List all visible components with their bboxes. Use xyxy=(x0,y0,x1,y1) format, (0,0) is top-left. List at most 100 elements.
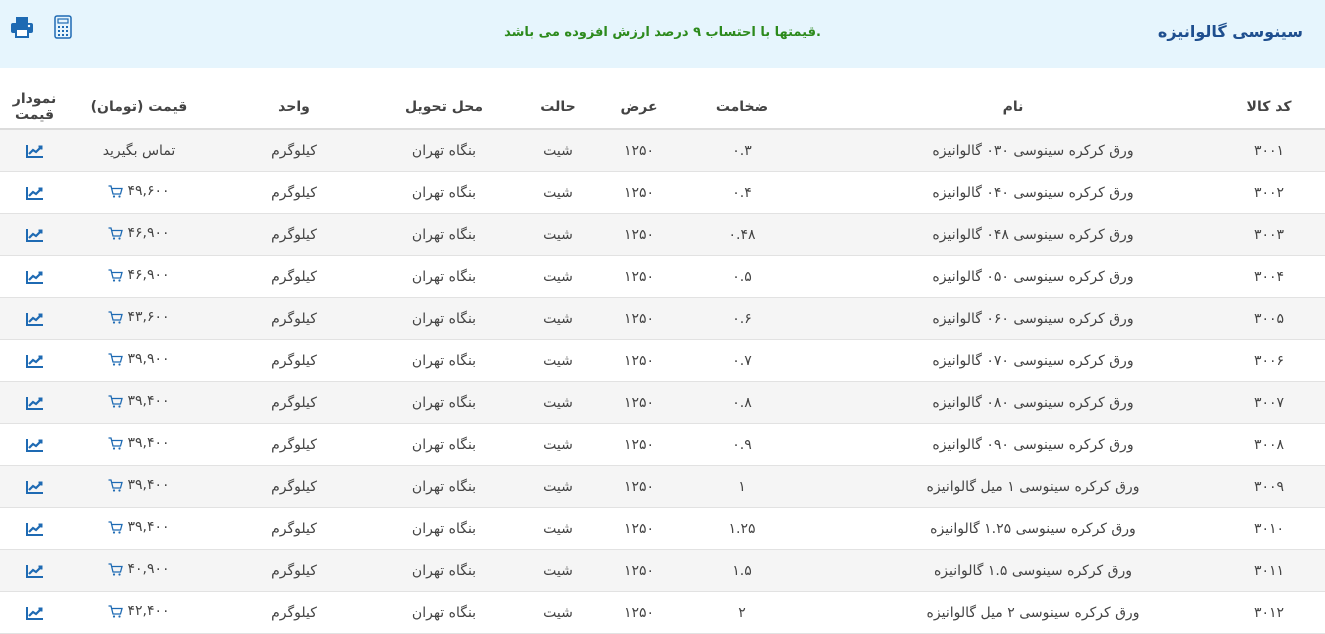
cart-icon[interactable] xyxy=(108,563,124,576)
cell-state: شیت xyxy=(509,423,607,466)
price-table: کد کالا نام ضخامت عرض حالت محل تحویل واح… xyxy=(0,86,1325,634)
cell-width: ۱۲۵۰ xyxy=(607,507,671,550)
price-chart-icon[interactable] xyxy=(25,479,45,495)
cell-thickness: ۰.۳ xyxy=(671,129,813,172)
cell-place: بنگاه تهران xyxy=(379,297,509,340)
cell-price: ۴۶,۹۰۰ xyxy=(69,213,209,256)
cell-width: ۱۲۵۰ xyxy=(607,129,671,172)
cell-thickness: ۰.۷ xyxy=(671,339,813,382)
cell-name: ورق کرکره سینوسی ۰۸۰ گالوانیزه xyxy=(813,381,1213,424)
price-chart-icon[interactable] xyxy=(25,269,45,285)
price-chart-icon[interactable] xyxy=(25,353,45,369)
cell-code: ۳۰۱۲ xyxy=(1213,591,1325,634)
cart-icon[interactable] xyxy=(108,311,124,324)
cell-thickness: ۰.۵ xyxy=(671,255,813,298)
cell-name: ورق کرکره سینوسی ۲ میل گالوانیزه xyxy=(813,591,1213,634)
table-row: ۳۰۱۱ ورق کرکره سینوسی ۱.۵ گالوانیزه ۱.۵ ۱۲۵… xyxy=(0,549,1325,592)
cell-thickness: ۰.۴۸ xyxy=(671,213,813,256)
cell-thickness: ۰.۴ xyxy=(671,171,813,214)
cell-thickness: ۱.۵ xyxy=(671,549,813,592)
cell-place: بنگاه تهران xyxy=(379,549,509,592)
cell-chart xyxy=(0,423,69,466)
table-row: ۳۰۰۲ ورق کرکره سینوسی ۰۴۰ گالوانیزه ۰.۴ ۱۲۵… xyxy=(0,171,1325,214)
cell-unit: کیلوگرم xyxy=(209,297,379,340)
cart-icon[interactable] xyxy=(108,395,124,408)
cell-state: شیت xyxy=(509,213,607,256)
cell-width: ۱۲۵۰ xyxy=(607,549,671,592)
cart-icon[interactable] xyxy=(108,521,124,534)
cell-chart xyxy=(0,171,69,214)
cart-icon[interactable] xyxy=(108,605,124,618)
cell-name: ورق کرکره سینوسی ۱.۲۵ گالوانیزه xyxy=(813,507,1213,550)
price-value: ۳۹,۴۰۰ xyxy=(127,393,170,410)
price-value: ۴۶,۹۰۰ xyxy=(127,267,170,284)
cell-chart xyxy=(0,297,69,340)
cell-chart xyxy=(0,129,69,172)
table-row: ۳۰۰۹ ورق کرکره سینوسی ۱ میل گالوانیزه ۱ ۱۲۵… xyxy=(0,465,1325,508)
cart-icon[interactable] xyxy=(108,479,124,492)
cell-place: بنگاه تهران xyxy=(379,507,509,550)
cell-unit: کیلوگرم xyxy=(209,381,379,424)
cell-code: ۳۰۰۶ xyxy=(1213,339,1325,382)
print-icon[interactable] xyxy=(9,14,35,40)
cart-icon[interactable] xyxy=(108,269,124,282)
cell-code: ۳۰۰۸ xyxy=(1213,423,1325,466)
page-header: سینوسی گالوانیزه قیمتها با احتساب ۹ درصد… xyxy=(0,0,1325,68)
cell-state: شیت xyxy=(509,381,607,424)
cell-code: ۳۰۰۱ xyxy=(1213,129,1325,172)
cell-unit: کیلوگرم xyxy=(209,465,379,508)
cell-state: شیت xyxy=(509,129,607,172)
table-row: ۳۰۰۱ ورق کرکره سینوسی ۰۳۰ گالوانیزه ۰.۳ ۱۲۵… xyxy=(0,129,1325,172)
price-value: تماس بگیرید xyxy=(102,142,176,159)
cell-place: بنگاه تهران xyxy=(379,129,509,172)
calculator-icon[interactable] xyxy=(50,14,76,40)
cell-state: شیت xyxy=(509,507,607,550)
cell-state: شیت xyxy=(509,171,607,214)
cell-price: تماس بگیرید xyxy=(69,129,209,172)
price-chart-icon[interactable] xyxy=(25,605,45,621)
cell-price: ۴۰,۹۰۰ xyxy=(69,549,209,592)
cell-width: ۱۲۵۰ xyxy=(607,339,671,382)
table-row: ۳۰۰۴ ورق کرکره سینوسی ۰۵۰ گالوانیزه ۰.۵ ۱۲۵… xyxy=(0,255,1325,298)
price-chart-icon[interactable] xyxy=(25,437,45,453)
table-header-row: کد کالا نام ضخامت عرض حالت محل تحویل واح… xyxy=(0,86,1325,130)
cell-place: بنگاه تهران xyxy=(379,255,509,298)
cart-icon[interactable] xyxy=(108,437,124,450)
cell-name: ورق کرکره سینوسی ۰۵۰ گالوانیزه xyxy=(813,255,1213,298)
cell-price: ۴۶,۹۰۰ xyxy=(69,255,209,298)
price-chart-icon[interactable] xyxy=(25,311,45,327)
table-row: ۳۰۰۶ ورق کرکره سینوسی ۰۷۰ گالوانیزه ۰.۷ ۱۲۵… xyxy=(0,339,1325,382)
cart-icon[interactable] xyxy=(108,185,124,198)
cell-width: ۱۲۵۰ xyxy=(607,465,671,508)
price-chart-icon[interactable] xyxy=(25,227,45,243)
cell-name: ورق کرکره سینوسی ۱ میل گالوانیزه xyxy=(813,465,1213,508)
price-value: ۴۶,۹۰۰ xyxy=(127,225,170,242)
cell-code: ۳۰۱۱ xyxy=(1213,549,1325,592)
cell-price: ۳۹,۴۰۰ xyxy=(69,507,209,550)
cell-name: ورق کرکره سینوسی ۰۹۰ گالوانیزه xyxy=(813,423,1213,466)
cell-name: ورق کرکره سینوسی ۰۴۰ گالوانیزه xyxy=(813,171,1213,214)
price-chart-icon[interactable] xyxy=(25,185,45,201)
cart-icon[interactable] xyxy=(108,353,124,366)
price-chart-icon[interactable] xyxy=(25,521,45,537)
price-chart-icon[interactable] xyxy=(25,395,45,411)
cell-name: ورق کرکره سینوسی ۰۷۰ گالوانیزه xyxy=(813,339,1213,382)
cart-icon[interactable] xyxy=(108,227,124,240)
col-place: محل تحویل xyxy=(379,86,509,130)
cell-width: ۱۲۵۰ xyxy=(607,297,671,340)
cell-unit: کیلوگرم xyxy=(209,255,379,298)
price-chart-icon[interactable] xyxy=(25,143,45,159)
table-row: ۳۰۱۲ ورق کرکره سینوسی ۲ میل گالوانیزه ۲ ۱۲۵… xyxy=(0,591,1325,634)
cell-name: ورق کرکره سینوسی ۱.۵ گالوانیزه xyxy=(813,549,1213,592)
col-width: عرض xyxy=(607,86,671,130)
table-row: ۳۰۱۰ ورق کرکره سینوسی ۱.۲۵ گالوانیزه ۱.۲۵ ۱… xyxy=(0,507,1325,550)
price-chart-icon[interactable] xyxy=(25,563,45,579)
cell-name: ورق کرکره سینوسی ۰۳۰ گالوانیزه xyxy=(813,129,1213,172)
price-value: ۳۹,۹۰۰ xyxy=(127,351,170,368)
price-value: ۴۰,۹۰۰ xyxy=(127,561,170,578)
cell-state: شیت xyxy=(509,255,607,298)
cell-price: ۳۹,۴۰۰ xyxy=(69,423,209,466)
price-value: ۴۹,۶۰۰ xyxy=(127,183,170,200)
cell-chart xyxy=(0,465,69,508)
cell-state: شیت xyxy=(509,339,607,382)
